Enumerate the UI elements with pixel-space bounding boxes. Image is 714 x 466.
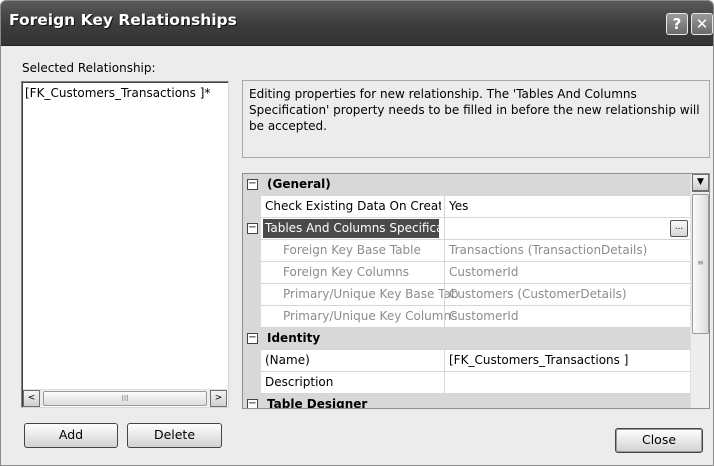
close-button[interactable]: Close <box>615 428 703 453</box>
property-name: Primary/Unique Key Base Table <box>283 287 459 301</box>
property-row[interactable]: Primary/Unique Key Base Table Customers (… <box>243 284 690 306</box>
relationship-list[interactable]: [FK_Customers_Transactions ]* < III > <box>21 81 229 408</box>
property-grid[interactable]: −(General)Check Existing Data On Creatio… <box>242 173 710 409</box>
property-row[interactable]: Foreign Key Columns CustomerId <box>243 262 690 284</box>
scroll-down-arrow-icon[interactable]: ▼ <box>692 174 709 191</box>
category-row[interactable]: − Identity <box>243 328 690 350</box>
title-bar[interactable]: Foreign Key Relationships ? ✕ <box>1 1 713 46</box>
property-value[interactable] <box>444 218 690 240</box>
property-row[interactable]: Primary/Unique Key Columns CustomerId <box>243 306 690 328</box>
property-name: Check Existing Data On Creation <box>265 199 441 213</box>
horizontal-scrollbar[interactable]: < III > <box>23 389 227 407</box>
property-name: Foreign Key Columns <box>283 265 410 279</box>
row-gutter <box>243 196 261 218</box>
collapse-icon[interactable]: − <box>247 399 258 408</box>
category-row[interactable]: − (General) <box>243 174 690 196</box>
row-gutter <box>243 262 261 284</box>
scroll-thumb[interactable]: ≡ <box>692 194 709 334</box>
row-gutter <box>243 372 261 394</box>
help-button[interactable]: ? <box>666 13 688 35</box>
property-value[interactable] <box>444 372 690 394</box>
scroll-left-arrow-icon[interactable]: < <box>23 390 40 407</box>
property-row[interactable]: Check Existing Data On CreationYes <box>243 196 690 218</box>
property-row[interactable]: −Tables And Columns Specification... <box>243 218 690 240</box>
vertical-scrollbar[interactable]: ▲ ≡ ▼ <box>690 174 709 408</box>
property-value: Transactions (TransactionDetails) <box>444 240 690 262</box>
relationship-description: Editing properties for new relationship.… <box>242 80 710 158</box>
property-name: Description <box>265 375 334 389</box>
property-row[interactable]: Description <box>243 372 690 394</box>
window-title: Foreign Key Relationships <box>9 11 237 29</box>
close-icon[interactable]: ✕ <box>691 13 713 35</box>
foreign-key-relationships-dialog: Foreign Key Relationships ? ✕ Selected R… <box>0 0 714 466</box>
ellipsis-button[interactable]: ... <box>670 220 688 237</box>
selected-relationship-label: Selected Relationship: <box>22 61 156 75</box>
collapse-icon[interactable]: − <box>247 179 258 190</box>
property-value: Customers (CustomerDetails) <box>444 284 690 306</box>
property-name: Tables And Columns Specification <box>263 219 439 238</box>
property-value: CustomerId <box>444 262 690 284</box>
category-row[interactable]: − Table Designer <box>243 394 690 409</box>
list-item[interactable]: [FK_Customers_Transactions ]* <box>25 86 225 100</box>
property-value: CustomerId <box>444 306 690 328</box>
property-name: Identity <box>267 331 321 345</box>
property-name: Primary/Unique Key Columns <box>283 309 458 323</box>
scroll-right-arrow-icon[interactable]: > <box>210 390 227 407</box>
collapse-icon[interactable]: − <box>247 333 258 344</box>
property-value[interactable]: [FK_Customers_Transactions ] <box>444 350 690 372</box>
delete-button[interactable]: Delete <box>127 423 222 448</box>
property-row[interactable]: (Name) [FK_Customers_Transactions ] <box>243 350 690 372</box>
add-button[interactable]: Add <box>24 423 118 448</box>
property-grid-rows: −(General)Check Existing Data On Creatio… <box>243 174 690 409</box>
scroll-thumb[interactable]: III <box>43 391 207 406</box>
collapse-icon[interactable]: − <box>247 223 258 234</box>
row-gutter <box>243 350 261 372</box>
row-gutter <box>243 240 261 262</box>
property-row[interactable]: Foreign Key Base Table Transactions (Tran… <box>243 240 690 262</box>
property-value[interactable]: Yes <box>444 196 690 218</box>
property-name: Foreign Key Base Table <box>283 243 421 257</box>
property-name: (General) <box>267 177 331 191</box>
row-gutter <box>243 306 261 328</box>
property-name: Table Designer <box>267 397 368 409</box>
property-name: (Name) <box>265 353 310 367</box>
row-gutter <box>243 284 261 306</box>
